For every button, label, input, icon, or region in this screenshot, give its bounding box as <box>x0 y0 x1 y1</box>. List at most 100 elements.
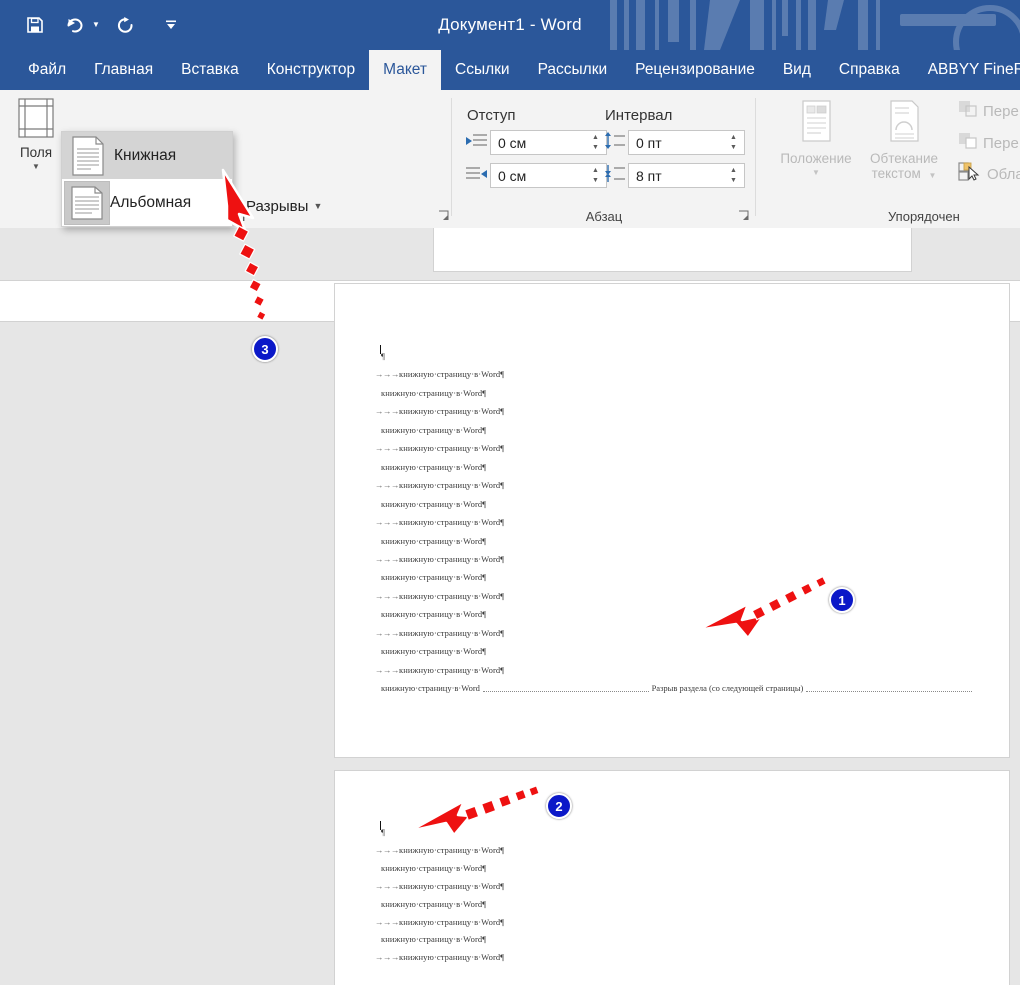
text-cursor <box>380 345 381 354</box>
document-text-line-tabbed: →→→книжную·страницу·в·Word¶ <box>375 627 505 638</box>
indent-label: Отступ <box>467 107 516 124</box>
spacing-before-value[interactable]: 0 пт <box>629 131 725 154</box>
selection-pane-icon <box>958 162 982 186</box>
tab-references[interactable]: Ссылки <box>441 50 524 90</box>
tab-layout[interactable]: Макет <box>369 50 441 90</box>
document-text-line: книжную·страницу·в·Word¶ <box>381 934 487 945</box>
indent-right-value[interactable]: 0 см <box>491 164 587 187</box>
callout-badge-2: 2 <box>546 793 572 819</box>
tab-home[interactable]: Главная <box>80 50 167 90</box>
document-text-line-tabbed: →→→книжную·страницу·в·Word¶ <box>375 443 505 454</box>
document-text-line-tabbed: →→→книжную·страницу·в·Word¶ <box>375 369 505 380</box>
indent-left-value[interactable]: 0 см <box>491 131 587 154</box>
send-backward-icon <box>958 132 978 154</box>
document-text-line-tabbed: →→→книжную·страницу·в·Word¶ <box>375 916 505 927</box>
document-text-line: книжную·страницу·в·Word¶ <box>381 461 487 472</box>
indent-right-stepper[interactable]: 0 см ▲ ▼ <box>490 163 607 188</box>
section-break-marker: книжную·страницу·в·Word Разрыв раздела (с… <box>381 683 975 693</box>
document-text-line-tabbed: →→→книжную·страницу·в·Word¶ <box>375 553 505 564</box>
margins-caret-icon[interactable]: ▼ <box>6 162 66 171</box>
document-text-line: книжную·страницу·в·Word¶ <box>381 609 487 620</box>
margins-button[interactable]: Поля ▼ <box>6 94 66 171</box>
send-backward-button[interactable]: Пере <box>955 131 1020 155</box>
orientation-option-landscape-label: Альбомная <box>110 193 192 211</box>
spacing-before-stepper[interactable]: 0 пт ▲ ▼ <box>628 130 745 155</box>
document-canvas[interactable]: ¶ →→→книжную·страницу·в·Word¶ книжную·стра… <box>0 228 1020 985</box>
tab-help[interactable]: Справка <box>825 50 914 90</box>
spacing-before-spin-arrows[interactable]: ▲ ▼ <box>725 131 744 154</box>
spacing-label: Интервал <box>605 107 673 124</box>
tab-insert[interactable]: Вставка <box>167 50 253 90</box>
position-button[interactable]: Положение ▼ <box>774 96 858 177</box>
indent-left-icon <box>466 131 488 153</box>
orientation-option-landscape[interactable]: Альбомная <box>62 179 232 226</box>
document-empty-paragraph: ¶ <box>381 351 385 361</box>
callout-badge-1: 1 <box>829 587 855 613</box>
spacing-after-icon <box>604 164 626 186</box>
document-text-line: книжную·страницу·в·Word¶ <box>381 387 487 398</box>
paragraph-dialog-launcher-icon[interactable] <box>738 210 751 223</box>
section-break-dots-right <box>806 685 973 692</box>
wrap-text-caret-icon[interactable]: ▼ <box>929 171 937 180</box>
tab-view[interactable]: Вид <box>769 50 825 90</box>
margins-label: Поля <box>19 145 53 160</box>
wrap-text-label-line2: текстом <box>871 166 921 181</box>
position-icon <box>774 100 858 147</box>
callout-badge-3: 3 <box>252 336 278 362</box>
selection-pane-label: Обла <box>987 165 1020 183</box>
document-page-2[interactable]: ¶ →→→книжную·страницу·в·Word¶ книжную·стра… <box>334 770 1010 985</box>
section-break-preceding-text: книжную·страницу·в·Word <box>381 683 480 694</box>
indent-right-icon <box>466 164 488 186</box>
orientation-dropdown-menu[interactable]: Книжная Альбомная <box>61 131 233 227</box>
title-bar: ▼ Документ1 - Word <box>0 0 1020 50</box>
document-text-line-tabbed: →→→книжную·страницу·в·Word¶ <box>375 844 505 855</box>
document-text-line-tabbed: →→→книжную·страницу·в·Word¶ <box>375 952 505 963</box>
ribbon-group-arrange: Положение ▼ Обтекание текстом ▼ Пере Пер… <box>756 90 1020 228</box>
ribbon-tab-strip[interactable]: Файл Главная Вставка Конструктор Макет С… <box>0 50 1020 90</box>
spacing-before-icon <box>604 131 626 153</box>
document-text-line: книжную·страницу·в·Word¶ <box>381 424 487 435</box>
document-text-line-tabbed: →→→книжную·страницу·в·Word¶ <box>375 664 505 675</box>
spacing-after-stepper[interactable]: 8 пт ▲ ▼ <box>628 163 745 188</box>
portrait-page-icon <box>62 135 114 176</box>
selection-pane-button[interactable]: Обла <box>955 162 1020 186</box>
document-empty-paragraph: ¶ <box>381 827 385 837</box>
document-text-line-tabbed: →→→книжную·страницу·в·Word¶ <box>375 517 505 528</box>
section-break-dots-left <box>482 685 649 692</box>
document-text-line: книжную·страницу·в·Word¶ <box>381 572 487 583</box>
position-label: Положение <box>780 151 852 166</box>
bring-forward-label: Пере <box>983 102 1019 120</box>
position-caret-icon[interactable]: ▼ <box>774 168 858 177</box>
document-text-line: книжную·страницу·в·Word¶ <box>381 646 487 657</box>
document-text-line-tabbed: →→→книжную·страницу·в·Word¶ <box>375 590 505 601</box>
margins-icon <box>6 98 66 141</box>
bring-forward-icon <box>958 100 978 122</box>
spacing-after-spin-arrows[interactable]: ▲ ▼ <box>725 164 744 187</box>
document-text-line: книжную·страницу·в·Word¶ <box>381 535 487 546</box>
text-cursor <box>380 821 381 830</box>
indent-left-stepper[interactable]: 0 см ▲ ▼ <box>490 130 607 155</box>
document-text-line-tabbed: →→→книжную·страницу·в·Word¶ <box>375 480 505 491</box>
bring-forward-button[interactable]: Пере <box>955 99 1020 123</box>
paragraph-group-label: Абзац <box>585 209 623 224</box>
document-text-line-tabbed: →→→книжную·страницу·в·Word¶ <box>375 406 505 417</box>
tab-review[interactable]: Рецензирование <box>621 50 769 90</box>
wrap-text-button[interactable]: Обтекание текстом ▼ <box>854 96 954 181</box>
window-title: Документ1 - Word <box>438 15 582 34</box>
document-text-line: книжную·страницу·в·Word¶ <box>381 898 487 909</box>
send-backward-label: Пере <box>983 134 1019 152</box>
document-text-line: книжную·страницу·в·Word¶ <box>381 498 487 509</box>
wrap-text-label-line1: Обтекание <box>870 151 938 166</box>
tab-mailings[interactable]: Рассылки <box>524 50 622 90</box>
section-break-label: Разрыв раздела (со следующей страницы) <box>651 683 804 694</box>
document-page-1[interactable]: ¶ →→→книжную·страницу·в·Word¶ книжную·стра… <box>334 283 1010 758</box>
document-text-line: книжную·страницу·в·Word¶ <box>381 862 487 873</box>
orientation-option-portrait-label: Книжная <box>114 146 177 164</box>
orientation-option-portrait[interactable]: Книжная <box>62 132 232 179</box>
ribbon-group-paragraph: Отступ Интервал 0 см ▲ ▼ 0 см ▲ ▼ 0 пт ▲… <box>452 90 756 228</box>
page-setup-dialog-launcher-icon[interactable] <box>438 210 451 223</box>
tab-design[interactable]: Конструктор <box>253 50 369 90</box>
tab-file[interactable]: Файл <box>14 50 80 90</box>
spacing-after-value[interactable]: 8 пт <box>629 164 725 187</box>
tab-abbyy-finereader[interactable]: ABBYY FineReader <box>914 50 1020 90</box>
